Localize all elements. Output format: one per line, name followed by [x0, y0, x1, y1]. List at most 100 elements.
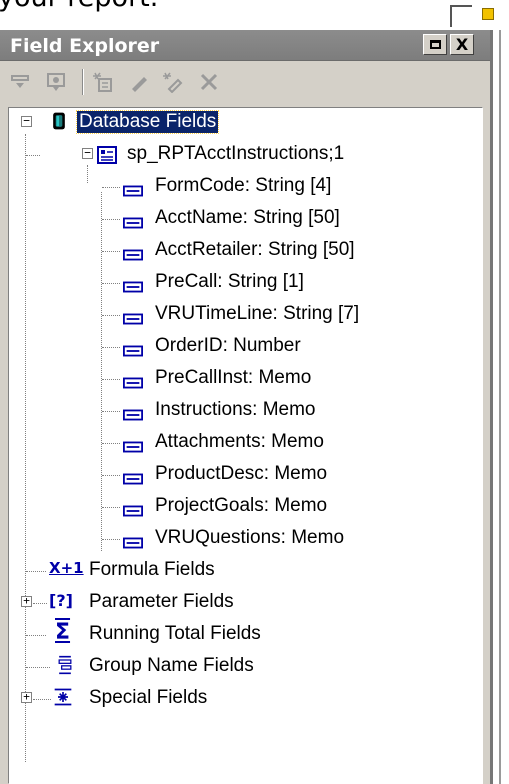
tree-node-field[interactable]: AcctName: String [50]: [9, 204, 479, 234]
close-icon: X: [455, 34, 469, 54]
sigma-icon: Σ: [55, 620, 71, 645]
tree-branch: [26, 571, 46, 572]
tree-branch: [102, 187, 120, 188]
tree-node-field[interactable]: ProjectGoals: Memo: [9, 492, 479, 522]
tree-branch: [102, 507, 120, 508]
field-icon: [123, 249, 143, 261]
tree-branch: [26, 635, 46, 636]
tree-branch: [33, 603, 47, 604]
tree-label-parameter-fields: Parameter Fields: [89, 591, 234, 612]
tree-label-field: OrderID: Number: [155, 335, 301, 356]
expand-toggle-parameter-fields[interactable]: +: [21, 595, 32, 607]
close-button[interactable]: X: [450, 34, 474, 55]
background-text: your report.: [0, 0, 158, 13]
field-icon: [123, 473, 143, 485]
tree-branch: [102, 283, 120, 284]
collapse-toggle-table[interactable]: −: [82, 147, 93, 159]
tree-node-field[interactable]: PreCall: String [1]: [9, 268, 479, 298]
tree-label-field: VRUTimeLine: String [7]: [155, 303, 360, 324]
tree-branch: [26, 667, 50, 668]
field-icon: [123, 377, 143, 389]
tree-label-field: VRUQuestions: Memo: [155, 527, 345, 548]
tree-label-group-name-fields: Group Name Fields: [89, 655, 254, 676]
maximize-button[interactable]: [423, 34, 447, 55]
tree-node-field[interactable]: OrderID: Number: [9, 332, 479, 362]
tree-branch: [102, 411, 120, 412]
panel-titlebar[interactable]: Field Explorer X: [0, 30, 490, 61]
tree-label-field: PreCall: String [1]: [155, 271, 304, 292]
tree-label-field: ProjectGoals: Memo: [155, 495, 328, 516]
tree-label-field: Instructions: Memo: [155, 399, 316, 420]
tree-node-formula-fields[interactable]: X+1 Formula Fields: [9, 556, 479, 586]
collapse-toggle-database-fields[interactable]: −: [21, 115, 32, 127]
tree-node-database-fields[interactable]: − Database Fields: [9, 108, 479, 138]
field-icon: [123, 409, 143, 421]
tree-branch: [26, 155, 40, 156]
formula-icon: X+1: [49, 559, 84, 577]
new-field-icon[interactable]: [90, 71, 116, 93]
tree-branch: [33, 699, 51, 700]
tree-branch: [102, 315, 120, 316]
field-icon: [123, 313, 143, 325]
tree-label-database-fields: Database Fields: [75, 110, 220, 134]
rename-field-icon[interactable]: [160, 71, 186, 93]
tree-node-field[interactable]: PreCallInst: Memo: [9, 364, 479, 394]
field-explorer-panel: Field Explorer X − Database Fields − sp_…: [0, 30, 490, 784]
panel-title: Field Explorer: [10, 35, 160, 57]
tree-node-field[interactable]: AcctRetailer: String [50]: [9, 236, 479, 266]
tree-node-field[interactable]: VRUTimeLine: String [7]: [9, 300, 479, 330]
adjacent-window-border: [499, 30, 501, 784]
background-document: your report.: [0, 0, 509, 30]
field-icon: [123, 537, 143, 549]
delete-field-icon[interactable]: [196, 71, 222, 93]
insert-field-icon[interactable]: [8, 71, 34, 93]
adjacent-window-edge: [490, 30, 509, 784]
tree-node-field[interactable]: Attachments: Memo: [9, 428, 479, 458]
tree-node-parameter-fields[interactable]: + [?] Parameter Fields: [9, 588, 479, 618]
database-icon: [53, 112, 65, 130]
field-explorer-toolbar: [0, 61, 490, 101]
background-icon-fragment: [482, 8, 494, 20]
field-icon: [123, 185, 143, 197]
tree-label-field: AcctRetailer: String [50]: [155, 239, 355, 260]
tree-label-formula-fields: Formula Fields: [89, 559, 215, 580]
tree-label-field: ProductDesc: Memo: [155, 463, 328, 484]
tree-label-field: PreCallInst: Memo: [155, 367, 312, 388]
table-icon: [97, 146, 117, 164]
field-icon: [123, 505, 143, 517]
tree-label-field: Attachments: Memo: [155, 431, 324, 452]
tree-branch: [102, 539, 120, 540]
tree-label-field: AcctName: String [50]: [155, 207, 340, 228]
expand-toggle-special-fields[interactable]: +: [21, 691, 32, 703]
parameter-icon: [?]: [49, 591, 73, 610]
tree-branch: [102, 443, 120, 444]
browse-field-icon[interactable]: [44, 71, 70, 93]
tree-node-field[interactable]: FormCode: String [4]: [9, 172, 479, 202]
tree-label-table: sp_RPTAcctInstructions;1: [127, 143, 345, 164]
group-icon: [58, 655, 72, 675]
field-icon: [123, 345, 143, 357]
tree-branch: [102, 347, 120, 348]
tree-branch: [102, 379, 120, 380]
field-icon: [123, 441, 143, 453]
tree-label-special-fields: Special Fields: [89, 687, 208, 708]
tree-node-field[interactable]: VRUQuestions: Memo: [9, 524, 479, 554]
tree-node-group-name-fields[interactable]: Group Name Fields: [9, 652, 479, 682]
special-fields-icon: [54, 688, 72, 706]
edit-field-icon[interactable]: [126, 71, 152, 93]
tree-node-table[interactable]: − sp_RPTAcctInstructions;1: [9, 140, 479, 170]
tree-node-field[interactable]: Instructions: Memo: [9, 396, 479, 426]
tree-branch: [102, 475, 120, 476]
tree-node-special-fields[interactable]: + Special Fields: [9, 684, 479, 714]
field-icon: [123, 281, 143, 293]
tree-branch: [102, 219, 120, 220]
tree-label-field: FormCode: String [4]: [155, 175, 332, 196]
tree-branch: [102, 251, 120, 252]
tree-node-field[interactable]: ProductDesc: Memo: [9, 460, 479, 490]
field-icon: [123, 217, 143, 229]
toolbar-separator: [82, 69, 84, 95]
field-tree: − Database Fields − sp_RPTAcctInstructio…: [8, 107, 483, 784]
background-frame-fragment: [450, 5, 472, 27]
maximize-icon: [429, 40, 441, 49]
tree-node-running-total-fields[interactable]: Σ Running Total Fields: [9, 620, 479, 650]
